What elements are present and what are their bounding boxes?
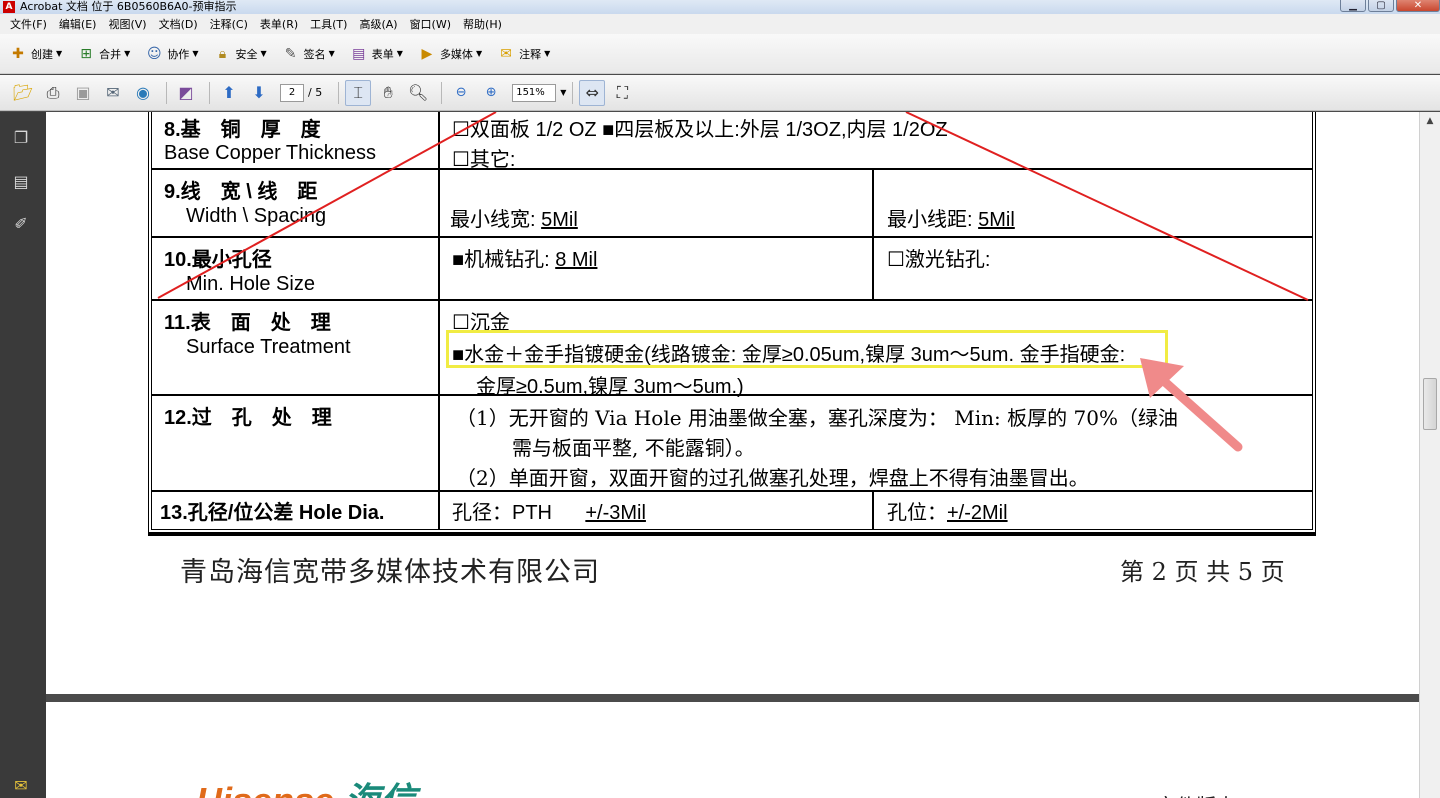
fit-page-icon[interactable]: ⛶ — [609, 80, 635, 106]
file-toolbar: 📂︎ ⎙ ▣ ✉ ◉ ◩ ⬆ ⬇ 2 / 5 ⌶ ✋︎ 🔍︎ ⊖ ⊕ 151% … — [0, 75, 1440, 111]
hand-tool-icon[interactable]: ✋︎ — [375, 80, 401, 106]
footer-page-number: 第 2 页 共 5 页 — [1120, 558, 1285, 586]
next-page-icon[interactable]: ⬇ — [246, 80, 272, 106]
save-icon[interactable]: ▣ — [70, 80, 96, 106]
page-number-input[interactable]: 2 — [280, 83, 304, 102]
close-button[interactable]: ✕ — [1396, 0, 1440, 12]
cross-line — [905, 112, 1309, 301]
comment-button[interactable]: ✉ 注释 ▼ — [496, 44, 550, 64]
comments-panel-icon[interactable]: ✉ — [10, 774, 32, 796]
logo-text: Hisense — [196, 780, 334, 798]
vertical-scrollbar[interactable]: ▲ — [1419, 112, 1440, 798]
fit-width-icon[interactable]: ⇔ — [579, 79, 606, 106]
menu-file[interactable]: 文件(F) — [4, 16, 53, 32]
zoom-level-select[interactable]: 151% — [512, 83, 557, 102]
menu-help[interactable]: 帮助(H) — [457, 16, 508, 32]
forms-label: 表单 — [371, 47, 394, 61]
multimedia-button[interactable]: ▶ 多媒体 ▼ — [417, 44, 483, 64]
menu-tools[interactable]: 工具(T) — [304, 16, 353, 32]
multimedia-icon: ▶ — [421, 45, 433, 62]
document-page-next: Hisense 海信 文件版本 REV1.0 — [46, 702, 1419, 798]
toolbar-separator — [441, 81, 443, 104]
menu-document[interactable]: 文档(D) — [153, 16, 204, 32]
menu-view[interactable]: 视图(V) — [102, 16, 152, 32]
combine-label: 合并 — [99, 47, 122, 61]
footer-company: 青岛海信宽带多媒体技术有限公司 — [180, 557, 600, 588]
document-version: 文件版本 REV1.0 — [1156, 790, 1318, 798]
open-folder-icon[interactable]: 📂︎ — [10, 80, 36, 106]
minimize-button[interactable]: ▁ — [1340, 0, 1366, 12]
window-controls: ▁ ▢ ✕ — [1340, 0, 1440, 12]
toolbar-separator — [572, 81, 574, 104]
web-icon[interactable]: ◉ — [130, 80, 156, 106]
multimedia-label: 多媒体 — [439, 47, 473, 61]
logo-text-cn: 海信 — [344, 780, 416, 798]
menu-bar: 文件(F) 编辑(E) 视图(V) 文档(D) 注释(C) 表单(R) 工具(T… — [0, 14, 1440, 34]
menu-forms[interactable]: 表单(R) — [254, 16, 304, 32]
task-toolbar: ✚ 创建 ▼ ⊞ 合并 ▼ ☺ 协作 ▼ 🔒︎ 安全 ▼ ✎ 签名 ▼ ▤ 表单 ▼ ▶ 多… — [0, 34, 1440, 74]
title-bar: A Acrobat 文档 位于 6B0560B6A0-预审指示 ▁ ▢ ✕ — [0, 0, 1440, 14]
email-icon[interactable]: ✉ — [100, 80, 126, 106]
menu-advanced[interactable]: 高级(A) — [353, 16, 403, 32]
acrobat-icon: A — [3, 1, 15, 13]
comment-label: 注释 — [519, 47, 542, 61]
toolbar-separator — [338, 81, 340, 104]
zoom-out-icon[interactable]: ⊖ — [448, 80, 474, 106]
toolbar-separator — [166, 81, 167, 104]
collaborate-label: 协作 — [167, 47, 190, 61]
combine-button[interactable]: ⊞ 合并 ▼ — [76, 44, 130, 64]
sign-label: 签名 — [303, 47, 326, 61]
scrollbar-thumb[interactable] — [1423, 378, 1437, 430]
combine-icon: ⊞ — [80, 45, 93, 62]
zoom-tool-icon[interactable]: 🔍︎ — [405, 80, 431, 106]
document-page: 8.基 铜 厚 度 Base Copper Thickness ☐双面板 1/2… — [46, 112, 1419, 694]
image-icon[interactable]: ◩ — [173, 80, 199, 106]
menu-comments[interactable]: 注释(C) — [204, 16, 254, 32]
create-button[interactable]: ✚ 创建 ▼ — [8, 44, 62, 64]
zoom-in-icon[interactable]: ⊕ — [478, 80, 504, 106]
create-label: 创建 — [31, 47, 53, 61]
form-icon: ▤ — [352, 45, 366, 62]
menu-edit[interactable]: 编辑(E) — [53, 16, 103, 32]
collaborate-button[interactable]: ☺ 协作 ▼ — [144, 44, 198, 64]
menu-window[interactable]: 窗口(W) — [404, 16, 457, 32]
navigation-pane: ❐ ▤ ✐ ✉ — [0, 112, 46, 798]
scroll-up-icon[interactable]: ▲ — [1420, 112, 1440, 130]
pages-icon[interactable]: ❐ — [10, 126, 32, 148]
pen-icon: ✎ — [284, 45, 297, 62]
secure-button[interactable]: 🔒︎ 安全 ▼ — [212, 44, 267, 64]
cross-line — [157, 112, 497, 299]
window-title: Acrobat 文档 位于 6B0560B6A0-预审指示 — [20, 0, 237, 13]
maximize-button[interactable]: ▢ — [1368, 0, 1394, 12]
page-total: / 5 — [308, 86, 323, 99]
highlight-box — [446, 330, 1168, 368]
sign-button[interactable]: ✎ 签名 ▼ — [281, 44, 335, 64]
select-tool-icon[interactable]: ⌶ — [345, 79, 372, 106]
signatures-icon[interactable]: ✐ — [10, 212, 32, 234]
collaborate-icon: ☺ — [147, 45, 162, 62]
previous-page-icon[interactable]: ⬆ — [216, 80, 242, 106]
forms-button[interactable]: ▤ 表单 ▼ — [349, 44, 403, 64]
create-icon: ✚ — [12, 45, 24, 62]
print-icon[interactable]: ⎙ — [40, 80, 66, 106]
chevron-down-icon[interactable]: ▼ — [560, 88, 566, 97]
hisense-logo: Hisense 海信 — [196, 772, 416, 798]
bookmarks-icon[interactable]: ▤ — [10, 170, 32, 192]
lock-icon: 🔒︎ — [218, 45, 227, 62]
arrow-annotation — [1140, 358, 1243, 452]
secure-label: 安全 — [235, 47, 258, 61]
comment-icon: ✉ — [500, 45, 512, 62]
toolbar-separator — [209, 81, 210, 104]
